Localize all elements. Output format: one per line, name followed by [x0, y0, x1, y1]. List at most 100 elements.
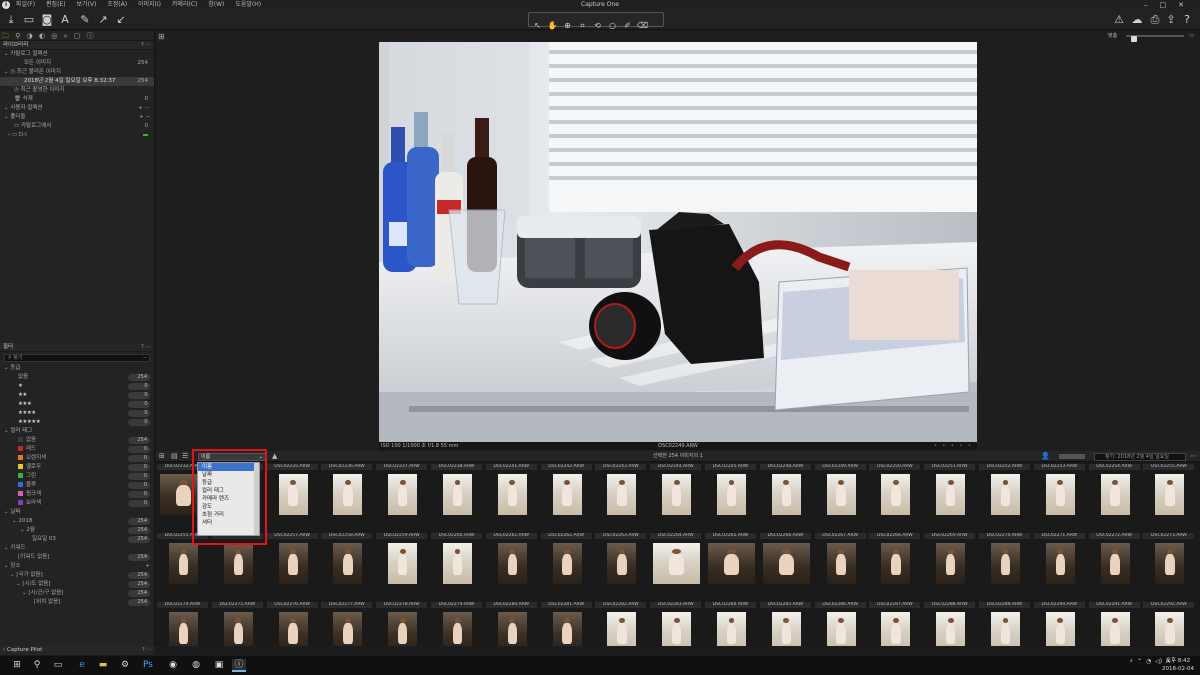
volume-icon[interactable]: ◁): [1155, 658, 1162, 665]
thumbnail-cell[interactable]: DSC02277.ARW: [320, 601, 375, 646]
thumbnail-cell[interactable]: DSC02291.ARW: [1088, 601, 1143, 646]
proof-icon[interactable]: ☁: [1130, 13, 1144, 27]
rating-none-row[interactable]: 없음 254: [0, 373, 154, 382]
metadata-tab-icon[interactable]: ⓘ: [87, 32, 94, 40]
thumbnail-cell[interactable]: DSC02236.ARW: [320, 463, 375, 523]
keyword-none-row[interactable]: [키워드 없음] 254: [0, 553, 154, 562]
catalog-folder-item[interactable]: ▭ 카탈로그에서 0: [0, 122, 154, 131]
thumbnail-cell[interactable]: DSC02242.ARW: [540, 463, 595, 523]
explorer-icon[interactable]: ▬: [96, 659, 110, 672]
thumbnail-cell[interactable]: DSC02280.ARW: [485, 601, 540, 646]
import-icon[interactable]: ⤓: [4, 13, 18, 27]
maximize-button[interactable]: □: [1160, 1, 1179, 9]
recent-import-item[interactable]: 2018년 2월 4일 일요일 오후 8:32:37 254: [0, 77, 154, 86]
menu-help[interactable]: 도움말(H): [235, 0, 261, 10]
thumbnail-cell[interactable]: DSC02263.ARW: [594, 532, 649, 592]
network-icon[interactable]: ⚡: [1129, 658, 1133, 665]
grid-view-icon[interactable]: ⊞: [158, 32, 165, 41]
filter-search-input[interactable]: ⚲ 찾기 −: [4, 354, 150, 362]
thumbnail-cell[interactable]: DSC02283.ARW: [649, 601, 704, 646]
color-tag-row[interactable]: 그린 0: [0, 472, 154, 481]
thumbnail-cell[interactable]: DSC02243.ARW: [594, 463, 649, 523]
thumbnail-cell[interactable]: DSC02261.ARW: [485, 532, 540, 592]
help-icon[interactable]: ?: [1180, 13, 1194, 27]
tray-up-icon[interactable]: ⌃: [1137, 658, 1142, 665]
sort-option[interactable]: 셔터: [198, 519, 259, 527]
rating-4-row[interactable]: ★★★★ 0: [0, 409, 154, 418]
catalog-collections-heading[interactable]: ⌄ 카탈로그 컬렉션: [0, 50, 154, 59]
thumbnail-cell[interactable]: DSC02269.ARW: [923, 532, 978, 592]
thumbnail-cell[interactable]: DSC02255.ARW: [156, 532, 211, 592]
library-tab-icon[interactable]: 🗀: [2, 32, 9, 40]
date-year-row[interactable]: ⌄ 2018 254: [0, 517, 154, 526]
thumbnail-cell[interactable]: DSC02290.ARW: [1033, 601, 1088, 646]
recent-imports-heading[interactable]: ⌄ ◷ 최근 불러온 이미지: [0, 68, 154, 77]
sort-direction-icon[interactable]: ▲: [272, 452, 277, 460]
color-tag-row[interactable]: 없음 254: [0, 436, 154, 445]
keywords-heading[interactable]: ⌄ 키워드: [0, 544, 154, 553]
thumbnail-cell[interactable]: DSC02270.ARW: [978, 532, 1033, 592]
thumbnail-cell[interactable]: DSC02257.ARW: [266, 532, 321, 592]
thumbnail-cell[interactable]: DSC02241.ARW: [485, 463, 540, 523]
thumbnail-cell[interactable]: DSC02252.ARW: [978, 463, 1033, 523]
chrome-icon[interactable]: ◉: [166, 659, 180, 672]
date-day-row[interactable]: 일요일 03 254: [0, 535, 154, 544]
zoom-fit-icon[interactable]: ▭: [1189, 32, 1194, 40]
all-images-item[interactable]: 모든 이미지 254: [0, 59, 154, 68]
thumbnail-cell[interactable]: DSC02276.ARW: [266, 601, 321, 646]
thumbnail-cell[interactable]: DSC02285.ARW: [759, 601, 814, 646]
cursor-down-icon[interactable]: ↙: [114, 13, 128, 27]
thumbnail-cell[interactable]: DSC02258.ARW: [320, 532, 375, 592]
capture-one-icon[interactable]: ◍: [189, 659, 203, 672]
filters-header[interactable]: 필터? ⋯: [0, 343, 154, 352]
sort-option[interactable]: 등급: [198, 479, 259, 487]
photoshop-icon[interactable]: Ps: [141, 659, 155, 672]
user-collections-heading[interactable]: ⌄ 사용자 컬렉션 + ⋯: [0, 104, 154, 113]
list-layout-icon[interactable]: ☰: [182, 452, 188, 460]
close-button[interactable]: ✕: [1178, 1, 1196, 9]
settings-icon[interactable]: ⚙: [118, 659, 132, 672]
color-tab-icon[interactable]: ◐: [39, 32, 45, 40]
thumbnail-cell[interactable]: DSC02251.ARW: [923, 463, 978, 523]
sort-select[interactable]: 이름 ⌄: [198, 453, 266, 461]
viewer-rating-dots[interactable]: • • • • •: [934, 442, 973, 450]
thumbnail-cell[interactable]: DSC02260.ARW: [430, 532, 485, 592]
windows-start-icon[interactable]: ⊞: [10, 659, 24, 672]
rating-2-row[interactable]: ★★ 0: [0, 391, 154, 400]
folders-heading[interactable]: ⌄ 폴더들 + −: [0, 113, 154, 122]
thumbnail-cell[interactable]: DSC02284.ARW: [704, 601, 759, 646]
color-tag-row[interactable]: 보라색 0: [0, 499, 154, 508]
thumbnail-cell[interactable]: DSC02274.ARW: [156, 601, 211, 646]
thumbnail-cell[interactable]: DSC02254.ARW: [1088, 463, 1143, 523]
grid-layout-icon[interactable]: ⊞: [159, 452, 165, 460]
color-tag-heading[interactable]: ⌄ 컬러 태그: [0, 427, 154, 436]
thumbnail-cell[interactable]: DSC02250.ARW: [868, 463, 923, 523]
thumbnail-cell[interactable]: DSC02272.ARW: [1088, 532, 1143, 592]
thumbnail-cell[interactable]: DSC02255.ARW: [1142, 463, 1196, 523]
capture-tab-icon[interactable]: ⚲: [15, 32, 20, 40]
menu-image[interactable]: 이미지(I): [138, 0, 161, 10]
place-country-row[interactable]: ⌄ [국가 없음] 254: [0, 571, 154, 580]
thumbnail-cell[interactable]: DSC02266.ARW: [759, 532, 814, 592]
place-city-row[interactable]: ⌄ [시/군/구 없음] 254: [0, 589, 154, 598]
thumbnail-cell[interactable]: DSC02288.ARW: [923, 601, 978, 646]
thumbnail-cell[interactable]: DSC02289.ARW: [978, 601, 1033, 646]
date-month-row[interactable]: ⌄ 2월 254: [0, 526, 154, 535]
thumbnail-cell[interactable]: DSC02278.ARW: [375, 601, 430, 646]
color-tag-row[interactable]: 블루 0: [0, 481, 154, 490]
thumbnail-cell[interactable]: DSC02282.ARW: [594, 601, 649, 646]
app-logo-icon[interactable]: i: [2, 1, 10, 9]
output-tab-icon[interactable]: ▢: [74, 32, 81, 40]
filmstrip-layout-icon[interactable]: ▤: [171, 452, 178, 460]
zoom-slider-handle[interactable]: [1131, 36, 1138, 42]
photos-icon[interactable]: ▣: [212, 659, 226, 672]
wifi-icon[interactable]: ◔: [1146, 658, 1151, 665]
user-icon[interactable]: 👤: [1041, 452, 1050, 460]
details-tab-icon[interactable]: ⌕: [64, 32, 68, 40]
thumbnail-cell[interactable]: DSC02237.ARW: [375, 463, 430, 523]
color-tag-row[interactable]: 레드 0: [0, 445, 154, 454]
trash-item[interactable]: 🗑 삭제 0: [0, 95, 154, 104]
thumbnail-cell[interactable]: DSC02273.ARW: [1142, 532, 1196, 592]
capture-pilot-header[interactable]: › Capture Pilot? ⋯: [0, 646, 155, 656]
menu-edit[interactable]: 편집(E): [46, 0, 66, 10]
